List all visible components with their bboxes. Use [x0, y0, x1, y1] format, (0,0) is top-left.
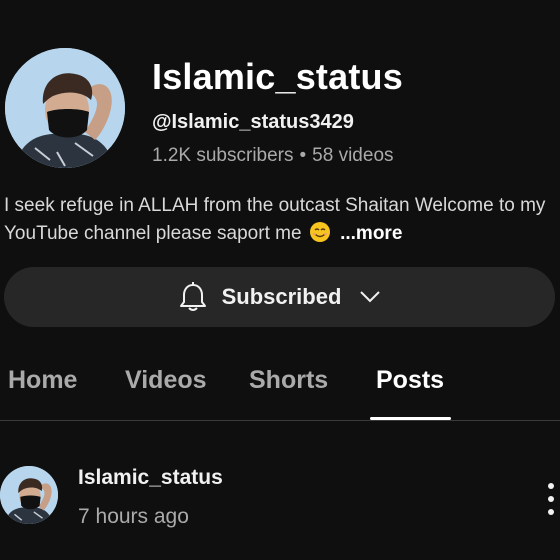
tabs-divider	[0, 420, 560, 421]
channel-stats: 1.2K subscribers • 58 videos	[152, 145, 394, 167]
tab-shorts[interactable]: Shorts	[249, 366, 328, 395]
subscriber-count: 1.2K subscribers	[152, 145, 294, 166]
description-text: I seek refuge in ALLAH from the outcast …	[4, 195, 546, 244]
more-link[interactable]: ...more	[340, 223, 402, 244]
channel-handle: @Islamic_status3429	[152, 111, 354, 133]
smiling-face-icon	[309, 222, 330, 242]
channel-tabs: Home Videos Shorts Posts	[0, 360, 560, 422]
channel-description[interactable]: I seek refuge in ALLAH from the outcast …	[4, 192, 560, 248]
subscribed-label: Subscribed	[221, 284, 342, 309]
tab-videos[interactable]: Videos	[125, 366, 207, 395]
chevron-down-icon	[360, 291, 381, 303]
post-timestamp: 7 hours ago	[78, 505, 189, 528]
tab-home[interactable]: Home	[8, 366, 77, 395]
channel-name: Islamic_status	[152, 56, 403, 97]
bell-icon	[179, 282, 206, 311]
post-author-avatar[interactable]	[0, 466, 58, 524]
channel-avatar[interactable]	[5, 48, 125, 168]
video-count: 58 videos	[312, 145, 394, 166]
post-author-name[interactable]: Islamic_status	[78, 466, 223, 490]
avatar-image	[5, 48, 125, 168]
avatar-image	[0, 466, 58, 524]
channel-page: Islamic_status @Islamic_status3429 1.2K …	[0, 0, 560, 560]
stats-separator: •	[299, 145, 307, 166]
subscribed-button[interactable]: Subscribed	[4, 267, 555, 327]
tab-posts[interactable]: Posts	[376, 366, 444, 395]
more-vertical-icon[interactable]	[545, 482, 557, 516]
